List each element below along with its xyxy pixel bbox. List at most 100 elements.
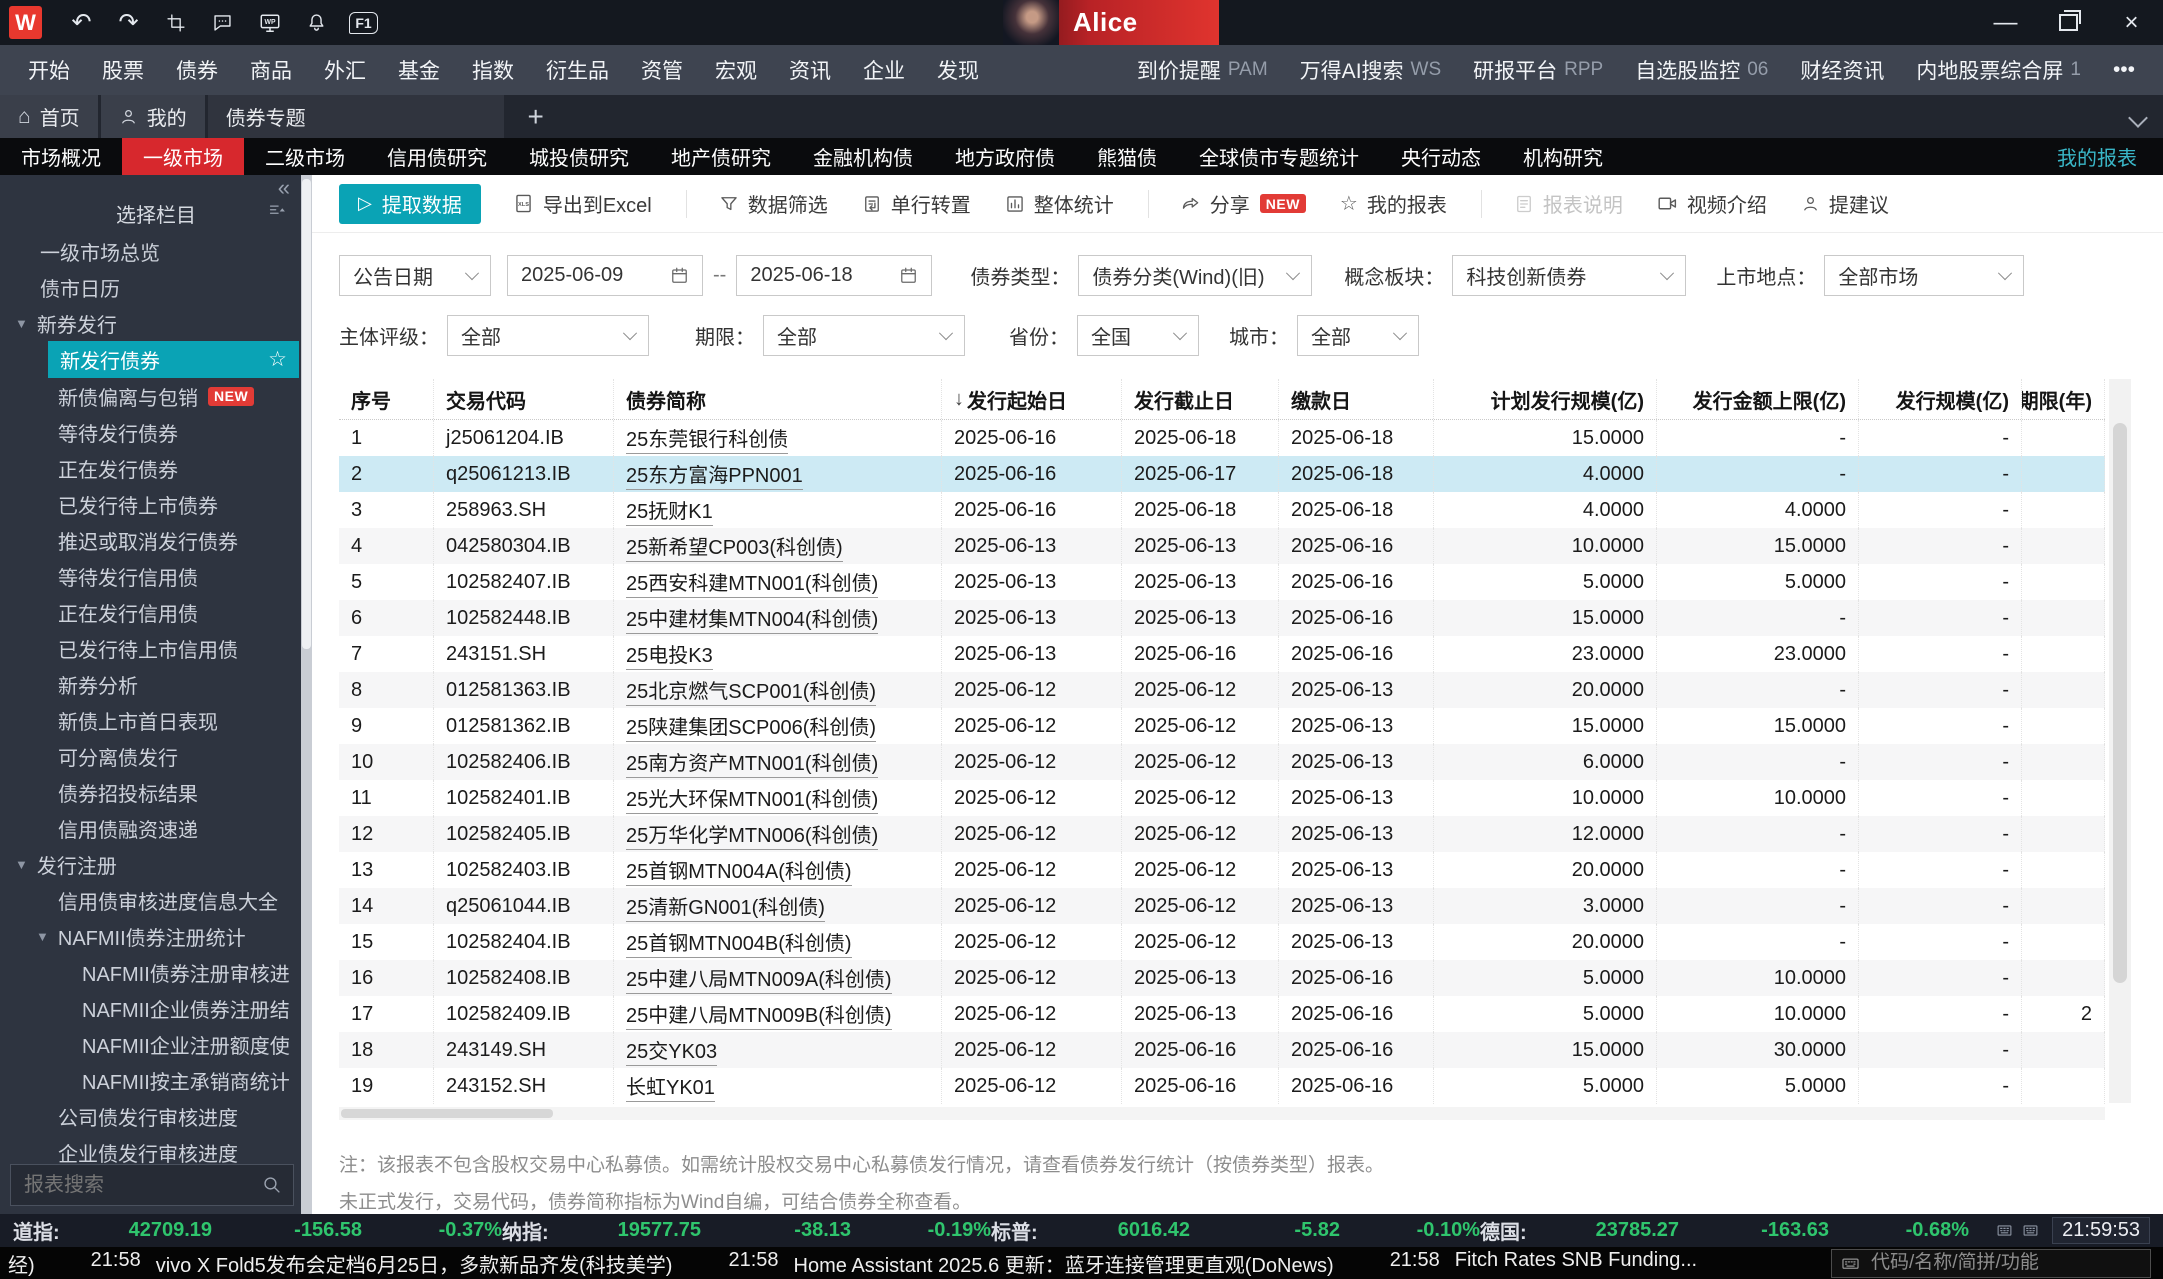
report-search-input[interactable] [10, 1164, 294, 1206]
bond-name-link[interactable]: 25新希望CP003(科创债) [626, 531, 843, 562]
menu-item[interactable]: 基金 [382, 55, 456, 85]
table-row[interactable]: 11102582401.IB25光大环保MTN001(科创债)2025-06-1… [339, 780, 2105, 816]
sidebar-item[interactable]: 信用债融资速递 [0, 810, 312, 846]
date-from-input[interactable]: 2025-06-09 [507, 255, 703, 296]
table-row[interactable]: 12102582405.IB25万华化学MTN006(科创债)2025-06-1… [339, 816, 2105, 852]
bond-name-link[interactable]: 25陕建集团SCP006(科创债) [626, 711, 876, 742]
bond-name-link[interactable]: 25中建八局MTN009B(科创债) [626, 999, 892, 1030]
table-row[interactable]: 3258963.SH25抚财K12025-06-162025-06-182025… [339, 492, 2105, 528]
menu-item[interactable]: 资管 [625, 55, 699, 85]
sidebar-item[interactable]: 可分离债发行 [0, 738, 312, 774]
table-row[interactable]: 7243151.SH25电投K32025-06-132025-06-162025… [339, 636, 2105, 672]
menu-item[interactable]: 股票 [86, 55, 160, 85]
column-header[interactable]: 交易代码 [434, 379, 614, 419]
column-header[interactable]: 发行规模(亿) [1859, 379, 2022, 419]
subnav-item[interactable]: 地方政府债 [934, 138, 1076, 175]
sidebar-item[interactable]: 新券分析 [0, 666, 312, 702]
minimize-button[interactable]: — [1974, 0, 2037, 45]
menu-right-item[interactable]: 研报平台RPP [1457, 55, 1619, 85]
city-select[interactable]: 全部 [1297, 315, 1419, 356]
bond-name-link[interactable]: 25电投K3 [626, 639, 713, 670]
subnav-item[interactable]: 信用债研究 [366, 138, 508, 175]
toolbar-button[interactable]: 单行转置 [862, 189, 971, 218]
news-item[interactable]: 21:58Home Assistant 2025.6 更新：蓝牙连接管理更直观(… [728, 1249, 1333, 1278]
sidebar-scrollbar-thumb[interactable] [302, 179, 311, 649]
subnav-item[interactable]: 熊猫债 [1076, 138, 1178, 175]
bond-name-link[interactable]: 25东莞银行科创债 [626, 423, 788, 454]
menu-item[interactable]: 债券 [160, 55, 234, 85]
collapse-all-icon[interactable] [267, 201, 286, 220]
sidebar-item[interactable]: NAFMII企业注册额度使 [0, 1026, 312, 1062]
subnav-item[interactable]: 央行动态 [1380, 138, 1502, 175]
date-to-input[interactable]: 2025-06-18 [736, 255, 932, 296]
menu-right-item[interactable]: 到价提醒PAM [1121, 55, 1284, 85]
collapse-sidebar-icon[interactable]: « [278, 175, 290, 201]
command-input[interactable] [1869, 1251, 2141, 1275]
sidebar-item[interactable]: 新债偏离与包销NEW [0, 378, 312, 414]
table-row[interactable]: 1j25061204.IB25东莞银行科创债2025-06-162025-06-… [339, 420, 2105, 456]
sidebar-item[interactable]: ▼新券发行 [0, 305, 312, 341]
table-row[interactable]: 8012581363.IB25北京燃气SCP001(科创债)2025-06-12… [339, 672, 2105, 708]
menu-item[interactable]: 资讯 [773, 55, 847, 85]
menu-item[interactable]: 宏观 [699, 55, 773, 85]
toolbar-button[interactable]: 整体统计 [1005, 189, 1114, 218]
bond-name-link[interactable]: 25光大环保MTN001(科创债) [626, 783, 878, 814]
column-header[interactable]: 缴款日 [1279, 379, 1434, 419]
column-header[interactable]: 计划发行规模(亿) [1434, 379, 1657, 419]
alice-banner[interactable]: Alice [1003, 0, 1219, 45]
subnav-item[interactable]: 机构研究 [1502, 138, 1624, 175]
column-header[interactable]: 序号 [339, 379, 434, 419]
sidebar-item[interactable]: NAFMII债券注册审核进 [0, 954, 312, 990]
menu-item[interactable]: 商品 [234, 55, 308, 85]
table-row[interactable]: 17102582409.IB25中建八局MTN009B(科创债)2025-06-… [339, 996, 2105, 1032]
panel-toggle-icon[interactable] [1996, 1222, 2013, 1239]
bond-name-link[interactable]: 25首钢MTN004A(科创债) [626, 855, 852, 886]
close-button[interactable]: × [2100, 0, 2163, 45]
toolbar-button[interactable]: 分享NEW [1181, 189, 1306, 218]
toolbar-button[interactable]: 提建议 [1801, 189, 1889, 218]
bond-name-link[interactable]: 25中建八局MTN009A(科创债) [626, 963, 892, 994]
table-row[interactable]: 19243152.SH长虹YK012025-06-122025-06-16202… [339, 1068, 2105, 1104]
column-header[interactable]: 债券简称 [614, 379, 942, 419]
news-item[interactable]: 21:58vivo X Fold5发布会定档6月25日，多款新品齐发(科技美学) [91, 1249, 673, 1278]
table-row[interactable]: 16102582408.IB25中建八局MTN009A(科创债)2025-06-… [339, 960, 2105, 996]
sidebar-item[interactable]: NAFMII按主承销商统计 [0, 1062, 312, 1098]
undo-icon[interactable]: ↶ [58, 0, 105, 45]
star-add-icon[interactable]: ☆ [268, 347, 287, 372]
table-row[interactable]: 13102582403.IB25首钢MTN004A(科创债)2025-06-12… [339, 852, 2105, 888]
sidebar-item[interactable]: 新债上市首日表现 [0, 702, 312, 738]
bond-name-link[interactable]: 25西安科建MTN001(科创债) [626, 567, 878, 598]
menu-item[interactable]: 企业 [847, 55, 921, 85]
chat-icon[interactable] [199, 0, 246, 45]
subnav-item[interactable]: 二级市场 [244, 138, 366, 175]
toolbar-button[interactable]: XLS导出到Excel [513, 189, 652, 218]
tab-active[interactable]: 债券专题 [208, 95, 504, 138]
term-select[interactable]: 全部 [763, 315, 965, 356]
bond-name-link[interactable]: 25万华化学MTN006(科创债) [626, 819, 878, 850]
extract-data-button[interactable]: ▷ 提取数据 [339, 184, 481, 224]
restore-button[interactable] [2037, 0, 2100, 45]
new-tab-button[interactable]: + [507, 95, 565, 138]
vscroll-thumb[interactable] [2113, 423, 2127, 983]
crop-icon[interactable] [152, 0, 199, 45]
bond-name-link[interactable]: 25交YK03 [626, 1035, 717, 1066]
news-item[interactable]: 经) [8, 1249, 35, 1278]
subnav-item[interactable]: 金融机构债 [792, 138, 934, 175]
sidebar-item[interactable]: 信用债审核进度信息大全 [0, 882, 312, 918]
panel-toggle-icon[interactable] [2022, 1222, 2039, 1239]
menu-right-item[interactable]: 自选股监控06 [1619, 55, 1784, 85]
redo-icon[interactable]: ↷ [105, 0, 152, 45]
sidebar-item[interactable]: 等待发行债券 [0, 414, 312, 450]
table-row[interactable]: 14q25061044.IB25清新GN001(科创债)2025-06-1220… [339, 888, 2105, 924]
toolbar-button[interactable]: 数据筛选 [719, 189, 828, 218]
sidebar-item[interactable]: 债市日历 [0, 269, 312, 305]
bell-icon[interactable] [293, 0, 340, 45]
bond-name-link[interactable]: 25中建材集MTN004(科创债) [626, 603, 878, 634]
menu-right-item[interactable]: ••• [2097, 58, 2151, 82]
subnav-item[interactable]: 城投债研究 [508, 138, 650, 175]
sidebar-item[interactable]: 已发行待上市债券 [0, 486, 312, 522]
bond-type-select[interactable]: 债券分类(Wind)(旧) [1078, 255, 1312, 296]
column-header[interactable]: 发行截止日 [1122, 379, 1279, 419]
menu-right-item[interactable]: 财经资讯 [1784, 55, 1900, 85]
table-row[interactable]: 18243149.SH25交YK032025-06-122025-06-1620… [339, 1032, 2105, 1068]
